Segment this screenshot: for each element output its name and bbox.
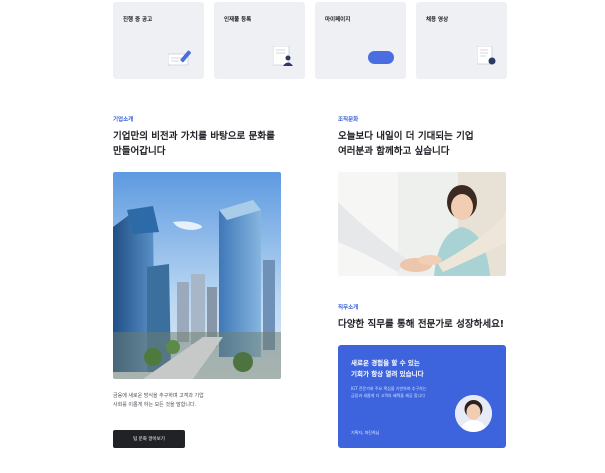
section-eyebrow-jobs: 직무소개	[338, 305, 359, 311]
quick-link-card-talent-pool[interactable]: 인재풀 등록	[214, 2, 305, 79]
document-person-icon	[272, 45, 295, 70]
employee-avatar	[455, 395, 492, 432]
culture-heading: 오늘보다 내일이 더 기대되는 기업 여러분과 함께하고 싶습니다	[338, 129, 474, 159]
about-heading-line: 만들어갑니다	[113, 146, 166, 157]
promo-description: IGT 전문가와 주요 핵심을 기반하여 추구하는 금융과 새롭게 더 고객의 …	[351, 385, 427, 399]
city-skyline-image	[113, 172, 281, 379]
quick-link-card-open-jobs[interactable]: 진행 중 공고	[113, 2, 204, 79]
jobs-promo-card[interactable]: 새로운 경험을 할 수 있는 기회가 항상 열려 있습니다 IGT 전문가와 주…	[338, 345, 506, 448]
promo-title: 새로운 경험을 할 수 있는 기회가 항상 열려 있습니다	[351, 358, 424, 380]
quick-link-label: 인재풀 등록	[224, 17, 252, 23]
promo-caption: 기획자, 마진희님	[351, 430, 380, 435]
section-eyebrow-about: 기업소개	[113, 117, 134, 123]
culture-heading-line: 오늘보다 내일이 더 기대되는 기업	[338, 131, 474, 142]
quick-link-label: 진행 중 공고	[123, 17, 153, 23]
promo-title-line: 새로운 경험을 할 수 있는	[351, 359, 420, 367]
document-play-icon	[476, 45, 497, 70]
about-caption: 금융에 새로운 방식을 추구하며 고객과 기업 사회를 이롭게 하는 모든 것을…	[113, 392, 204, 410]
promo-title-line: 기회가 항상 열려 있습니다	[351, 370, 424, 378]
about-heading-line: 기업만의 비전과 가치를 바탕으로 문화를	[113, 131, 275, 142]
culture-heading-line: 여러분과 함께하고 싶습니다	[338, 146, 450, 157]
quick-link-label: 채용 영상	[426, 17, 449, 23]
about-caption-line: 금융에 새로운 방식을 추구하며 고객과 기업	[113, 393, 204, 399]
quick-link-label: 마이페이지	[325, 17, 351, 23]
quick-link-card-my-page[interactable]: 마이페이지	[315, 2, 406, 79]
about-caption-line: 사회를 이롭게 하는 모든 것을 말합니다.	[113, 402, 197, 408]
promo-description-line: 금융과 새롭게 더 고객의 혜택을 제공 합니다	[351, 393, 425, 398]
team-hands-image	[338, 172, 506, 276]
chat-bubble-icon	[368, 50, 394, 69]
pencil-note-icon	[167, 50, 194, 70]
quick-link-card-recruit-video[interactable]: 채용 영상	[416, 2, 507, 79]
section-eyebrow-culture: 조직문화	[338, 117, 359, 123]
about-heading: 기업만의 비전과 가치를 바탕으로 문화를 만들어갑니다	[113, 129, 275, 159]
team-culture-button[interactable]: 팀 문화 알아보기	[113, 430, 185, 448]
promo-description-line: IGT 전문가와 주요 핵심을 기반하여 추구하는	[351, 386, 427, 391]
jobs-heading: 다양한 직무를 통해 전문가로 성장하세요!	[338, 319, 505, 330]
